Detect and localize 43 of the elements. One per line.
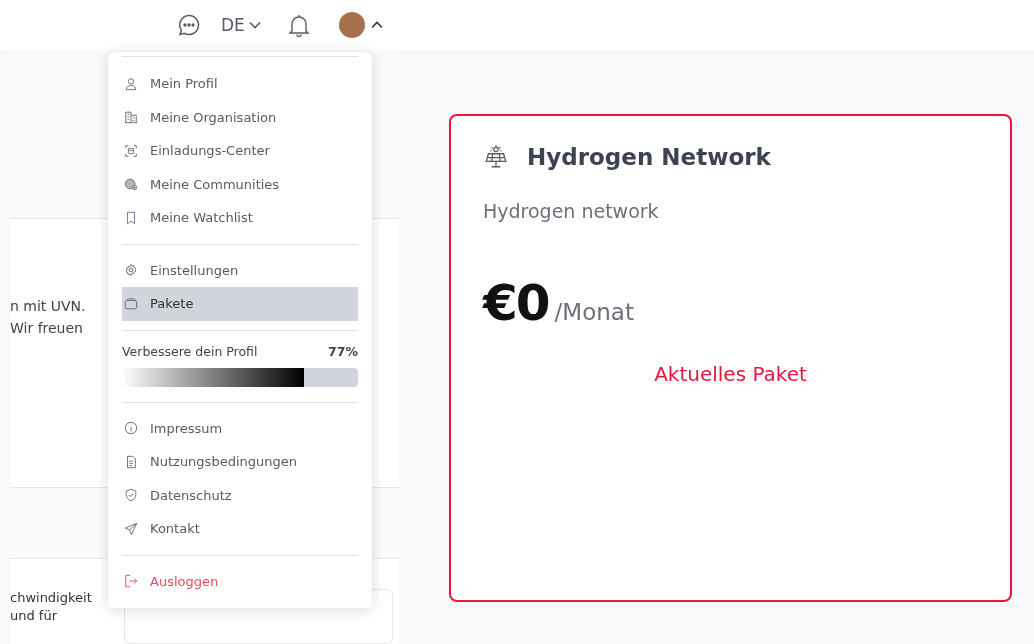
- menu-item[interactable]: Einladungs-Center: [122, 134, 358, 168]
- price-period: /Monat: [554, 299, 634, 325]
- send-icon: [124, 521, 138, 536]
- current-plan-label: Aktuelles Paket: [653, 362, 808, 386]
- notification-bell-icon[interactable]: [286, 13, 311, 37]
- intro-text: Wir freuen: [10, 319, 83, 338]
- progress-percent: 77%: [328, 343, 358, 359]
- solar-panel-icon: [483, 144, 509, 170]
- intro-text: n mit UVN.: [10, 297, 86, 316]
- menu-item[interactable]: Einstellungen: [122, 253, 358, 287]
- building-icon: [124, 110, 138, 125]
- info-icon: [124, 421, 138, 436]
- menu-item[interactable]: Pakete: [122, 287, 358, 321]
- user-menu-button[interactable]: [338, 12, 383, 38]
- settings-icon: [124, 263, 138, 278]
- avatar: [338, 12, 365, 38]
- caret-icon: [370, 21, 383, 29]
- caret-icon: [248, 21, 261, 29]
- scan-icon: [124, 143, 138, 158]
- bookmark-icon: [124, 210, 138, 225]
- globe-icon: [124, 177, 138, 192]
- document-icon: [124, 454, 138, 469]
- price-amount: €0: [483, 274, 549, 332]
- menu-item[interactable]: Nutzungsbedingungen: [122, 445, 358, 479]
- feature-text: chwindigkeit: [10, 589, 92, 607]
- logout-menu-item[interactable]: Ausloggen: [122, 564, 219, 598]
- wallet-icon: [124, 296, 138, 311]
- plan-description: Hydrogen network: [483, 200, 660, 222]
- menu-item[interactable]: Datenschutz: [122, 478, 358, 512]
- shield-icon: [124, 488, 138, 503]
- menu-item[interactable]: Kontakt: [122, 512, 358, 546]
- menu-item[interactable]: Mein Profil: [122, 67, 358, 101]
- logout-icon: [124, 574, 138, 589]
- menu-item[interactable]: Meine Communities: [122, 167, 358, 201]
- progress-label: Verbessere dein Profil: [122, 343, 258, 359]
- menu-item[interactable]: Meine Watchlist: [122, 201, 358, 235]
- feature-text: und für: [10, 607, 58, 625]
- language-selector[interactable]: DE: [221, 15, 261, 35]
- plan-title: Hydrogen Network: [527, 144, 771, 170]
- chat-icon[interactable]: [177, 13, 201, 37]
- menu-item[interactable]: Meine Organisation: [122, 100, 358, 134]
- menu-item[interactable]: Impressum: [122, 411, 358, 445]
- person-icon: [124, 76, 138, 91]
